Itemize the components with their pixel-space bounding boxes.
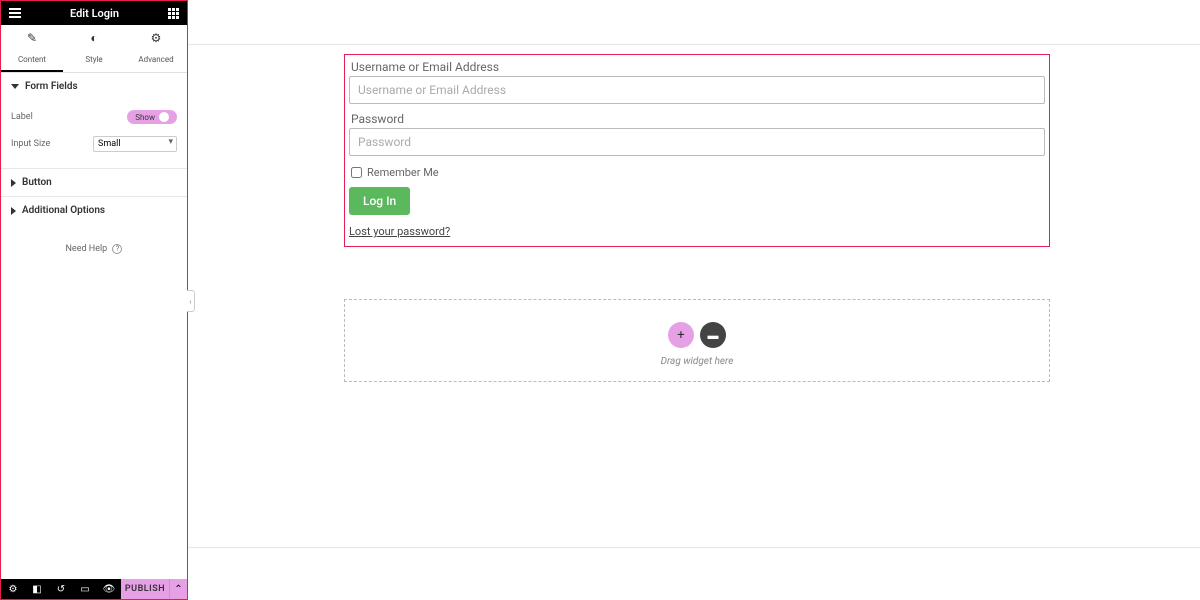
control-input-size-name: Input Size	[11, 139, 50, 149]
style-icon: ◐	[63, 31, 125, 45]
history-icon[interactable]: ↺	[49, 579, 73, 599]
tab-content[interactable]: ✎ Content	[1, 25, 63, 72]
drop-zone-buttons: + ▬	[345, 322, 1049, 348]
control-label: Label Show	[11, 104, 177, 130]
remember-label: Remember Me	[367, 166, 439, 179]
caret-right-icon	[11, 207, 16, 215]
section-form-fields-body: Label Show Input Size Small	[1, 100, 187, 168]
drop-zone[interactable]: + ▬ Drag widget here	[344, 299, 1050, 382]
section-form-fields: Form Fields Label Show Input Size Small	[1, 73, 187, 169]
input-size-select[interactable]: Small	[93, 136, 177, 152]
settings-icon[interactable]: ⚙	[1, 579, 25, 599]
username-input[interactable]	[349, 76, 1045, 104]
password-input[interactable]	[349, 128, 1045, 156]
template-button[interactable]: ▬	[700, 322, 726, 348]
widgets-icon[interactable]	[168, 8, 179, 19]
tab-style[interactable]: ◐ Style	[63, 25, 125, 72]
username-label: Username or Email Address	[351, 60, 1045, 74]
editor-canvas: ‹ Username or Email Address Password Rem…	[188, 0, 1200, 600]
caret-down-icon	[11, 84, 19, 89]
responsive-icon[interactable]: ▭	[73, 579, 97, 599]
section-form-fields-header[interactable]: Form Fields	[1, 73, 187, 100]
remember-checkbox[interactable]	[351, 167, 362, 178]
tab-advanced-label: Advanced	[138, 55, 173, 64]
control-label-name: Label	[11, 112, 33, 122]
divider	[188, 547, 1200, 548]
remember-row: Remember Me	[351, 166, 1045, 179]
caret-right-icon	[11, 179, 16, 187]
login-button-label: Log In	[363, 194, 396, 208]
drop-zone-text: Drag widget here	[345, 356, 1049, 367]
preview-icon[interactable]: 👁	[97, 579, 121, 599]
section-additional-options-title: Additional Options	[22, 205, 105, 216]
bottom-bar: ⚙ ◧ ↺ ▭ 👁 PUBLISH ⌃	[1, 579, 187, 599]
tab-style-label: Style	[85, 55, 102, 64]
pencil-icon: ✎	[1, 31, 63, 45]
navigator-icon[interactable]: ◧	[25, 579, 49, 599]
gear-icon: ⚙	[125, 31, 187, 45]
login-button[interactable]: Log In	[349, 187, 410, 215]
input-size-select-wrap: Small	[93, 136, 177, 152]
add-section-button[interactable]: +	[668, 322, 694, 348]
need-help[interactable]: Need Help ?	[1, 224, 187, 274]
menu-icon[interactable]	[9, 8, 21, 18]
section-additional-options-header[interactable]: Additional Options	[1, 197, 187, 224]
editor-sidebar: Edit Login ✎ Content ◐ Style ⚙ Advanced …	[0, 0, 188, 600]
publish-label: PUBLISH	[125, 584, 165, 594]
password-label: Password	[351, 112, 1045, 126]
need-help-text: Need Help	[66, 244, 108, 254]
sidebar-collapse-handle[interactable]: ‹	[187, 290, 195, 312]
panel-sections: Form Fields Label Show Input Size Small	[1, 73, 187, 579]
help-icon: ?	[112, 244, 122, 254]
section-button-header[interactable]: Button	[1, 169, 187, 196]
tab-advanced[interactable]: ⚙ Advanced	[125, 25, 187, 72]
publish-options[interactable]: ⌃	[169, 579, 187, 599]
sidebar-header: Edit Login	[1, 1, 187, 25]
lost-password-link[interactable]: Lost your password?	[349, 225, 1045, 238]
settings-tabs: ✎ Content ◐ Style ⚙ Advanced	[1, 25, 187, 73]
label-toggle[interactable]: Show	[127, 110, 177, 124]
section-additional-options: Additional Options	[1, 197, 187, 224]
section-form-fields-title: Form Fields	[25, 81, 78, 92]
divider	[188, 44, 1200, 45]
section-button-title: Button	[22, 177, 52, 188]
label-toggle-text: Show	[135, 113, 155, 122]
tab-content-label: Content	[18, 55, 46, 64]
login-widget[interactable]: Username or Email Address Password Remem…	[344, 54, 1050, 247]
section-button: Button	[1, 169, 187, 197]
sidebar-title: Edit Login	[70, 7, 119, 20]
control-input-size: Input Size Small	[11, 130, 177, 158]
publish-button[interactable]: PUBLISH	[121, 579, 169, 599]
